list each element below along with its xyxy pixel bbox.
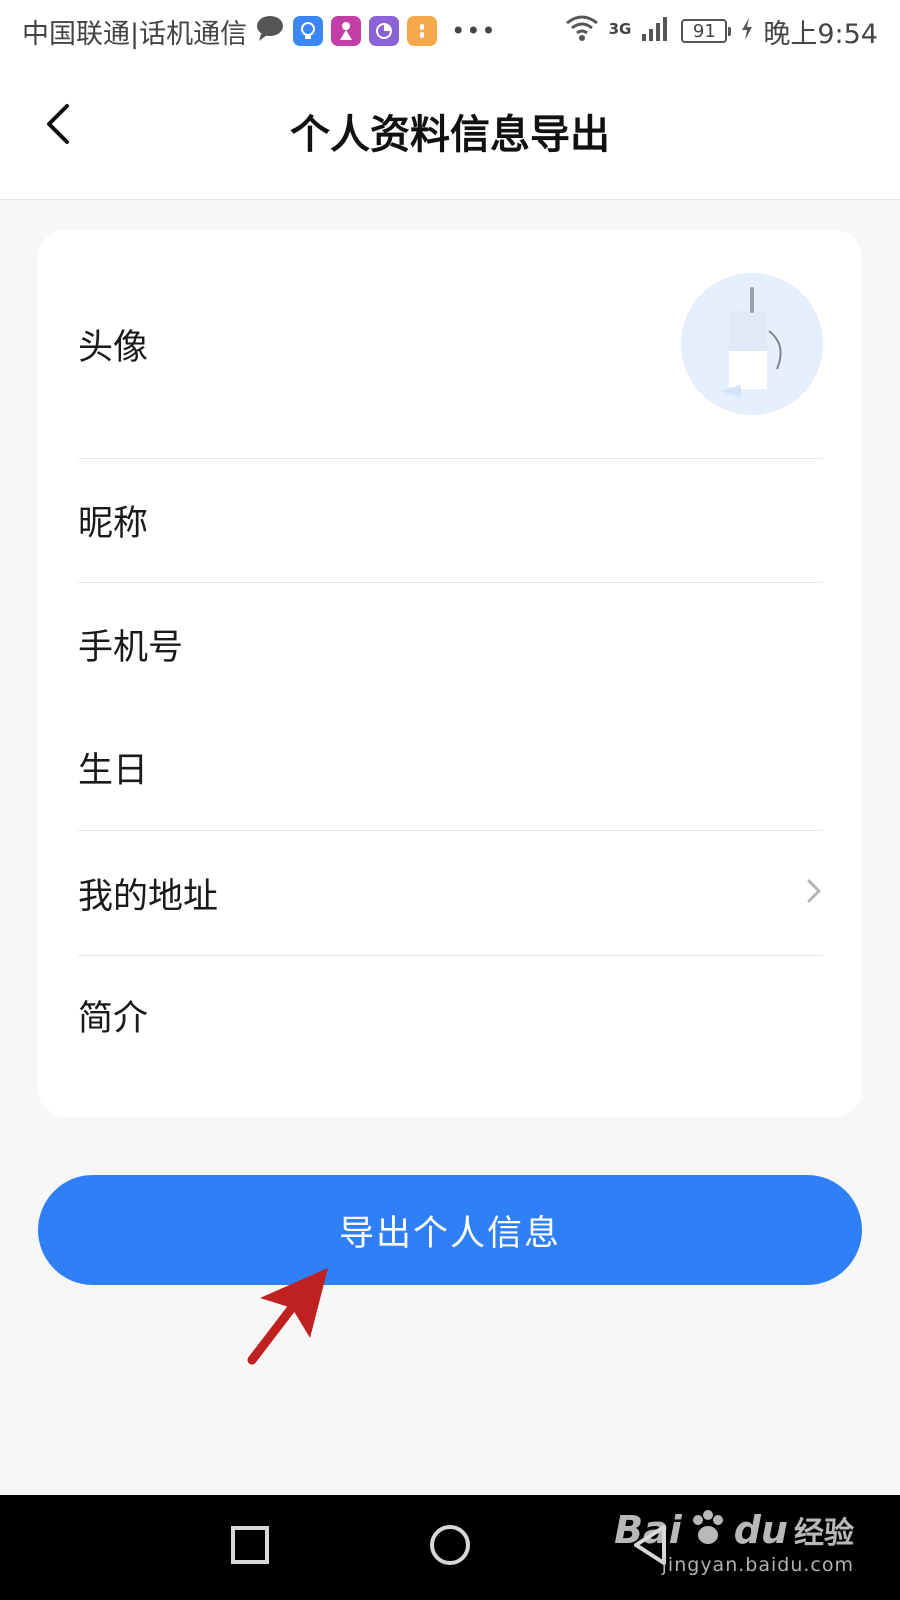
bulb-app-icon [293, 16, 324, 46]
row-birthday[interactable]: 生日 [78, 706, 823, 829]
watermark-jingyan: 经验 [794, 1516, 854, 1551]
charging-icon [741, 16, 753, 47]
home-button[interactable] [428, 1523, 472, 1571]
avatar [681, 273, 823, 415]
more-icon: ••• [451, 17, 497, 45]
recent-apps-button[interactable] [228, 1523, 272, 1571]
page-title: 个人资料信息导出 [290, 112, 610, 158]
row-label-birthday: 生日 [78, 751, 149, 791]
game-app-icon [331, 16, 362, 46]
status-bar-right: 3G 91 晚上9:54 [565, 12, 878, 51]
row-label-bio: 简介 [78, 998, 149, 1039]
row-nickname[interactable]: 昵称 [78, 459, 823, 582]
chart-app-icon [369, 16, 400, 46]
message-icon [255, 14, 285, 49]
row-bio[interactable]: 简介 [78, 956, 823, 1074]
baidu-jingyan-watermark: Bai du 经验 jingyan.baidu.com [614, 1508, 854, 1576]
row-label-avatar: 头像 [78, 327, 149, 368]
chevron-right-icon [805, 877, 823, 909]
wifi-icon [565, 14, 599, 49]
row-avatar[interactable]: 头像 [78, 230, 823, 458]
network-type-label: 3G [608, 19, 632, 38]
watermark-bai: Bai [614, 1508, 682, 1552]
paw-icon [688, 1508, 728, 1552]
row-label-phone: 手机号 [78, 628, 184, 668]
watermark-url: jingyan.baidu.com [661, 1554, 854, 1576]
app-header: 个人资料信息导出 [0, 62, 900, 200]
row-phone[interactable]: 手机号 [78, 583, 823, 706]
status-bar: 中国联通|话机通信 ••• 3G 91 晚上9:54 [0, 0, 900, 62]
clock-label: 晚上9:54 [763, 18, 878, 50]
status-bar-left: 中国联通|话机通信 ••• [22, 12, 497, 51]
signal-icon [641, 14, 671, 49]
carrier-label: 中国联通|话机通信 [22, 18, 248, 50]
home-icon [428, 1525, 472, 1571]
orange-app-icon [407, 16, 438, 46]
watermark-brand: Bai du 经验 [614, 1508, 854, 1552]
export-personal-info-button[interactable]: 导出个人信息 [38, 1175, 862, 1285]
annotation-arrow-icon [240, 1262, 340, 1376]
row-label-nickname: 昵称 [78, 504, 149, 544]
profile-info-card: 头像 昵称 手机号 生日 我的地址 简介 [38, 230, 862, 1117]
recent-apps-icon [228, 1526, 272, 1571]
battery-indicator: 91 [681, 19, 732, 43]
row-label-address: 我的地址 [78, 876, 219, 917]
row-address[interactable]: 我的地址 [78, 831, 823, 955]
watermark-du: du [733, 1508, 788, 1552]
